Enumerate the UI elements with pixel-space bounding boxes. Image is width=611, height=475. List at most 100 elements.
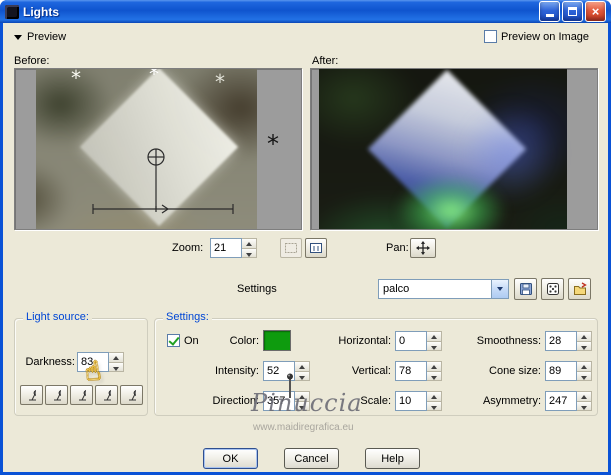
randomize-preset-button[interactable] bbox=[541, 278, 564, 300]
after-label: After: bbox=[312, 55, 339, 67]
light-3-button[interactable] bbox=[70, 385, 93, 405]
close-button[interactable]: × bbox=[585, 1, 606, 22]
light-5-button[interactable] bbox=[120, 385, 143, 405]
scale-input[interactable] bbox=[395, 391, 427, 411]
darkness-decrement-button[interactable] bbox=[109, 362, 124, 372]
asymmetry-label: Asymmetry: bbox=[482, 395, 541, 407]
pan-label: Pan: bbox=[386, 242, 409, 254]
cone-size-label: Cone size: bbox=[489, 365, 541, 377]
light-direction-gizmo[interactable] bbox=[15, 69, 302, 230]
light-marker-icon[interactable]: * bbox=[215, 72, 225, 92]
preview-on-image-label: Preview on Image bbox=[501, 30, 590, 43]
lamp-icon bbox=[29, 390, 36, 401]
maximize-icon bbox=[568, 7, 577, 16]
lamp-icon bbox=[129, 390, 136, 401]
vertical-input[interactable] bbox=[395, 361, 427, 381]
intensity-label: Intensity: bbox=[214, 365, 259, 377]
cone-size-decrement-button[interactable] bbox=[577, 371, 592, 381]
pan-move-icon bbox=[416, 241, 430, 255]
darkness-input[interactable] bbox=[77, 352, 109, 372]
light-marker-icon[interactable]: * bbox=[267, 132, 279, 156]
smoothness-label: Smoothness: bbox=[476, 335, 541, 347]
asymmetry-decrement-button[interactable] bbox=[577, 401, 592, 411]
scale-label: Scale: bbox=[360, 395, 391, 407]
preset-value: palco bbox=[383, 283, 410, 295]
light-select-row bbox=[20, 385, 143, 405]
asymmetry-spinner bbox=[545, 391, 592, 411]
asymmetry-input[interactable] bbox=[545, 391, 577, 411]
darkness-label: Darkness: bbox=[25, 356, 75, 368]
cancel-button[interactable]: Cancel bbox=[284, 448, 339, 469]
scale-decrement-button[interactable] bbox=[427, 401, 442, 411]
direction-label: Direction: bbox=[212, 395, 259, 407]
actual-size-button[interactable] bbox=[305, 238, 327, 258]
color-swatch[interactable] bbox=[263, 330, 291, 351]
ok-button[interactable]: OK bbox=[203, 448, 258, 469]
save-preset-button[interactable] bbox=[514, 278, 537, 300]
zoom-increment-button[interactable] bbox=[242, 238, 257, 249]
load-preset-button[interactable] bbox=[568, 278, 591, 300]
smoothness-decrement-button[interactable] bbox=[577, 341, 592, 351]
preview-toggle[interactable]: Preview bbox=[14, 31, 66, 43]
zoom-decrement-button[interactable] bbox=[242, 248, 257, 258]
chevron-down-icon bbox=[14, 34, 22, 40]
titlebar: Lights × bbox=[0, 0, 611, 23]
color-label: Color: bbox=[229, 335, 259, 347]
lamp-icon bbox=[79, 390, 86, 401]
direction-input[interactable] bbox=[263, 391, 295, 411]
darkness-spinner bbox=[77, 352, 124, 372]
minimize-button[interactable] bbox=[539, 1, 560, 22]
light-1-button[interactable] bbox=[20, 385, 43, 405]
actual-size-icon bbox=[310, 243, 322, 253]
vertical-label: Vertical: bbox=[351, 365, 391, 377]
zoom-spinner bbox=[210, 238, 257, 258]
vertical-spinner bbox=[395, 361, 442, 381]
horizontal-input[interactable] bbox=[395, 331, 427, 351]
maximize-button[interactable] bbox=[562, 1, 583, 22]
watermark-site: www.maidiregrafica.eu bbox=[253, 422, 354, 433]
light-marker-icon[interactable]: * bbox=[149, 69, 159, 84]
combo-dropdown-icon[interactable] bbox=[491, 280, 508, 298]
preview-on-image-checkbox[interactable]: Preview on Image bbox=[484, 30, 589, 43]
window-controls: × bbox=[537, 1, 606, 22]
lamp-icon bbox=[104, 390, 111, 401]
app-icon bbox=[5, 4, 19, 19]
folder-icon bbox=[573, 282, 587, 295]
light-marker-icon[interactable]: * bbox=[71, 69, 81, 88]
cone-size-increment-button[interactable] bbox=[577, 361, 592, 372]
minimize-icon bbox=[545, 14, 554, 17]
light-4-button[interactable] bbox=[95, 385, 118, 405]
smoothness-increment-button[interactable] bbox=[577, 331, 592, 342]
smoothness-input[interactable] bbox=[545, 331, 577, 351]
window-title: Lights bbox=[23, 4, 59, 19]
preview-label: Preview bbox=[27, 31, 67, 43]
asymmetry-increment-button[interactable] bbox=[577, 391, 592, 402]
zoom-input[interactable] bbox=[210, 238, 242, 258]
cone-size-spinner bbox=[545, 361, 592, 381]
light-2-button[interactable] bbox=[45, 385, 68, 405]
horizontal-increment-button[interactable] bbox=[427, 331, 442, 342]
horizontal-spinner bbox=[395, 331, 442, 351]
settings-group-title: Settings: bbox=[163, 311, 212, 323]
smoothness-spinner bbox=[545, 331, 592, 351]
scale-increment-button[interactable] bbox=[427, 391, 442, 402]
light-source-group-title: Light source: bbox=[23, 311, 92, 323]
pan-button[interactable] bbox=[410, 238, 436, 258]
fit-preview-icon bbox=[285, 243, 297, 253]
zoom-fit-button[interactable] bbox=[280, 238, 302, 258]
vertical-decrement-button[interactable] bbox=[427, 371, 442, 381]
horizontal-decrement-button[interactable] bbox=[427, 341, 442, 351]
save-icon bbox=[519, 283, 532, 295]
zoom-label: Zoom: bbox=[172, 242, 204, 254]
horizontal-label: Horizontal: bbox=[338, 335, 391, 347]
darkness-increment-button[interactable] bbox=[109, 352, 124, 363]
intensity-input[interactable] bbox=[263, 361, 295, 381]
cone-size-input[interactable] bbox=[545, 361, 577, 381]
before-preview-pane[interactable]: * * * * bbox=[14, 68, 302, 230]
after-preview-pane[interactable] bbox=[310, 68, 598, 230]
light-source-group: Light source: Darkness: ☝ bbox=[14, 311, 148, 416]
settings-group: Settings: On Color: Intensity: Direction… bbox=[154, 311, 598, 416]
preset-combobox[interactable]: palco bbox=[378, 279, 509, 299]
vertical-increment-button[interactable] bbox=[427, 361, 442, 372]
help-button[interactable]: Help bbox=[365, 448, 420, 469]
